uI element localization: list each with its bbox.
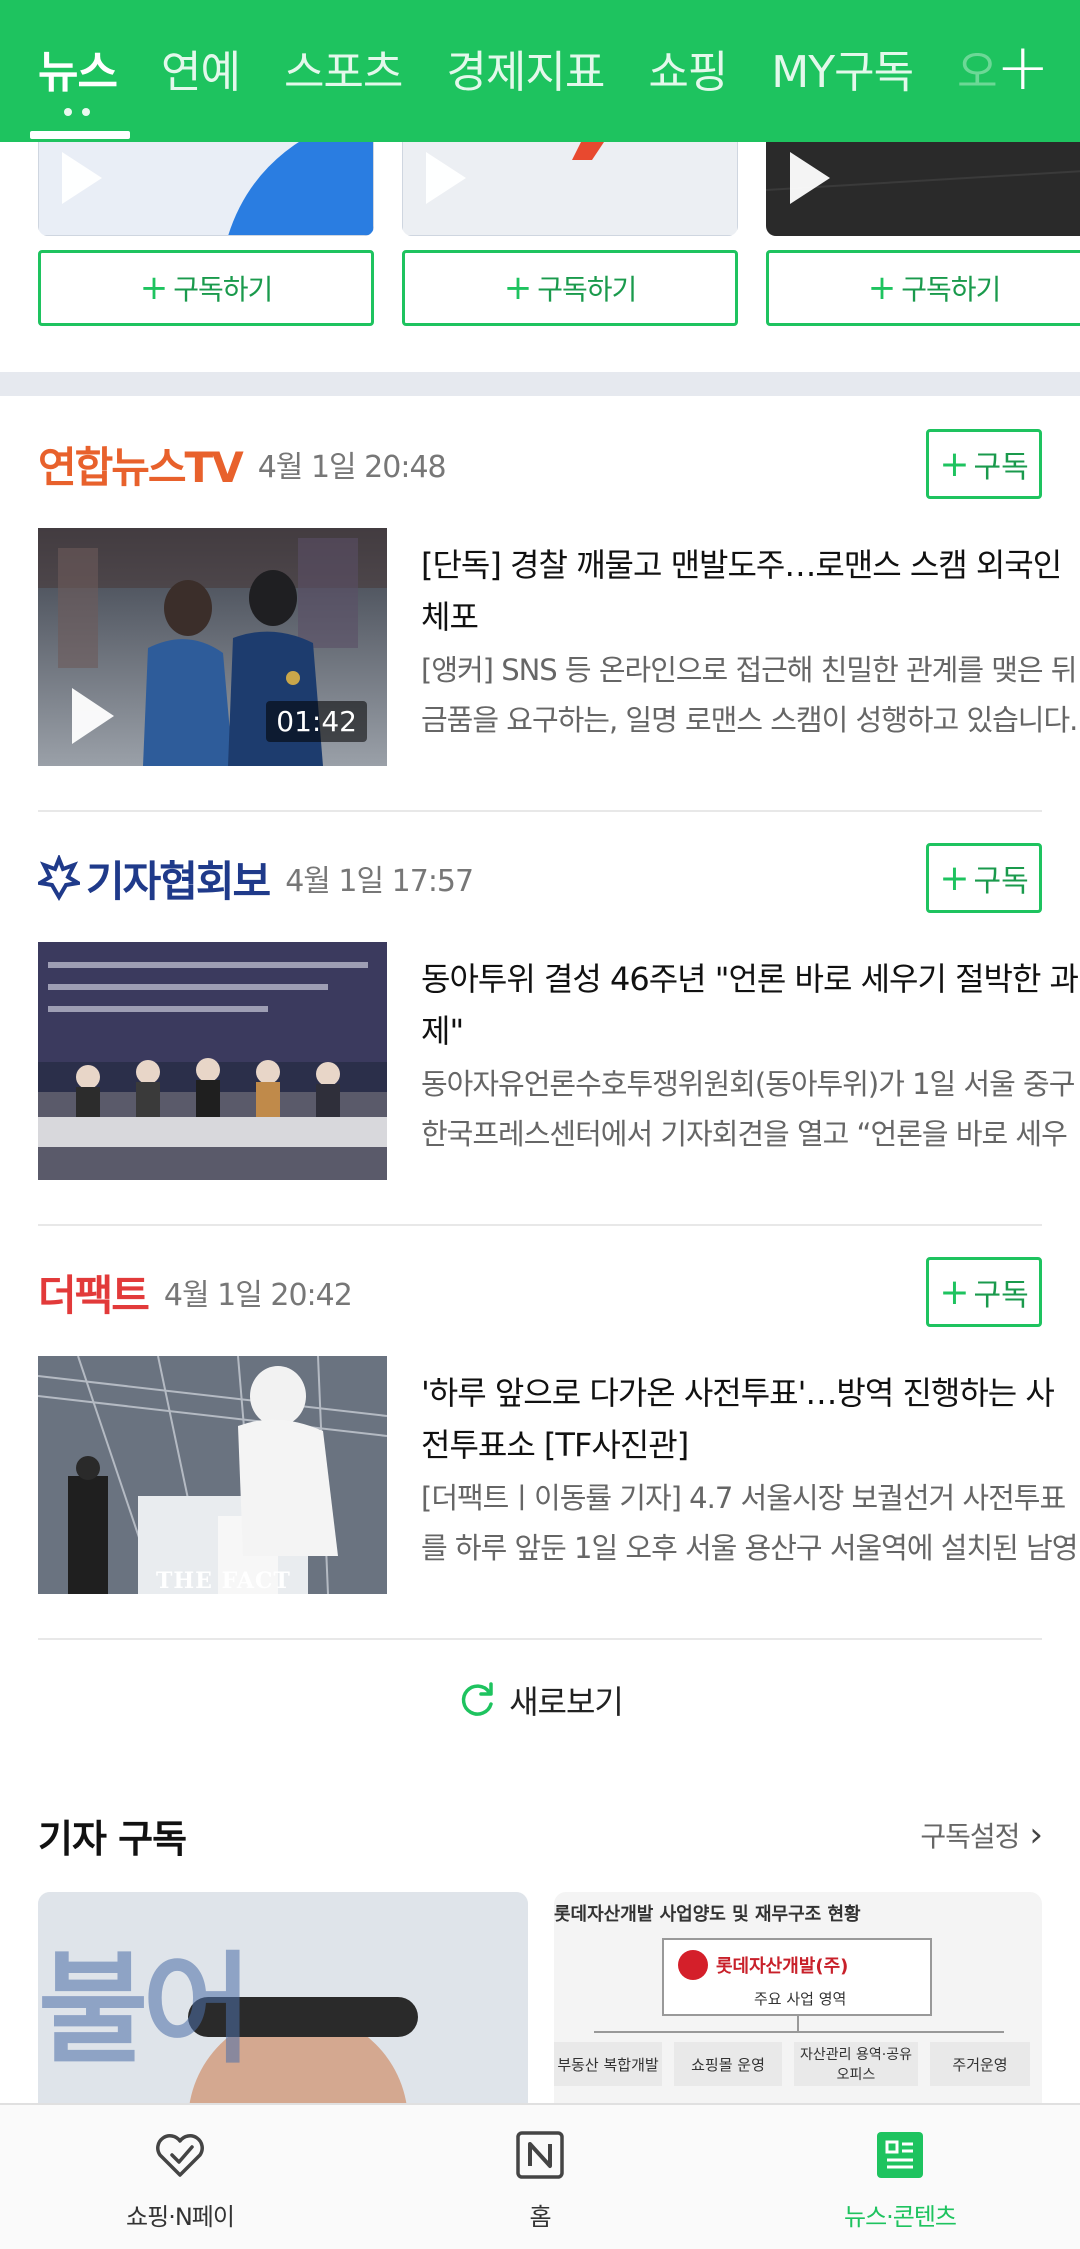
news-time: 4월 1일 17:57 xyxy=(285,864,474,899)
news-thumbnail[interactable]: THE FACT xyxy=(38,1356,387,1594)
top-navigation-bar: 뉴스 연예 스포츠 경제지표 쇼핑 MY구독 오 + xyxy=(0,0,1080,142)
subscription-settings-link[interactable]: 구독설정 › xyxy=(920,1815,1043,1855)
business-area-box: 쇼핑몰 운영 xyxy=(674,2042,782,2086)
follow-button[interactable]: + 구독 xyxy=(926,1257,1042,1327)
press-emblem-icon xyxy=(38,855,80,901)
active-tab-indicator xyxy=(30,131,130,139)
play-icon xyxy=(62,152,102,204)
tab-sports[interactable]: 스포츠 xyxy=(284,36,403,100)
section-separator xyxy=(0,372,1080,396)
thumbnail-watermark: THE FACT xyxy=(156,1568,291,1594)
business-area-box: 주거운영 xyxy=(930,2042,1030,2086)
follow-button[interactable]: + 구독 xyxy=(926,843,1042,913)
news-summary: 동아자유언론수호투쟁위원회(동아투위)가 1일 서울 중구 한국프레스센터에서 … xyxy=(421,1067,1075,1151)
plus-icon: + xyxy=(939,1271,970,1313)
news-time: 4월 1일 20:48 xyxy=(257,450,447,485)
press-logo[interactable]: 기자협회보 xyxy=(86,848,271,909)
divider xyxy=(38,1638,1042,1640)
reporter-card[interactable]: 롯데자산개발 사업양도 및 재무구조 현황 롯데자산개발(주) 주요 사업 영역… xyxy=(554,1892,1042,2112)
business-area-box: 자산관리 용역·공유오피스 xyxy=(794,2042,918,2086)
news-title[interactable]: '하루 앞으로 다가온 사전투표'…방역 진행하는 사전투표소 [TF사진관] xyxy=(421,1367,1080,1471)
refresh-button[interactable]: 새로보기 xyxy=(0,1670,1080,1730)
news-header: 더팩트 4월 1일 20:42 + 구독 xyxy=(38,1257,1042,1327)
press-logo[interactable]: 연합뉴스TV xyxy=(38,434,244,495)
chevron-right-icon: › xyxy=(1029,1815,1043,1855)
section-title: 기자 구독 xyxy=(38,1816,187,1861)
reporter-card[interactable]: 불어 xyxy=(38,1892,528,2112)
business-area-list: 부동산 복합개발 쇼핑몰 운영 자산관리 용역·공유오피스 주거운영 xyxy=(554,2042,1042,2086)
refresh-label: 새로보기 xyxy=(509,1683,624,1721)
nav-label: 쇼핑·N페이 xyxy=(126,2203,235,2231)
tab-economy[interactable]: 경제지표 xyxy=(446,36,605,100)
news-thumbnail[interactable] xyxy=(38,942,387,1180)
subscribe-label: 구독하기 xyxy=(901,273,1001,306)
follow-label: 구독 xyxy=(973,864,1029,899)
reporter-section-header: 기자 구독 구독설정 › xyxy=(38,1805,1043,1865)
category-tabs: 뉴스 연예 스포츠 경제지표 쇼핑 MY구독 오 xyxy=(38,38,1041,98)
tab-my-subscription[interactable]: MY구독 xyxy=(771,36,914,100)
nav-label: 뉴스·콘텐츠 xyxy=(843,2203,957,2231)
bottom-navigation-bar: 쇼핑·N페이 홈 뉴스·콘텐츠 xyxy=(0,2103,1080,2249)
divider xyxy=(38,810,1042,812)
news-title[interactable]: 동아투위 결성 46주년 "언론 바로 세우기 절박한 과제" xyxy=(421,953,1080,1057)
plus-icon: + xyxy=(939,443,970,485)
press-logo[interactable]: 더팩트 xyxy=(38,1262,150,1323)
news-item[interactable]: 더팩트 4월 1일 20:42 + 구독 THE FACT '하루 앞으로 다가… xyxy=(38,1257,1078,1597)
news-title[interactable]: [단독] 경찰 깨물고 맨발도주…로맨스 스캠 외국인 체포 xyxy=(421,539,1080,643)
heart-check-icon xyxy=(152,2127,208,2183)
business-area-box: 부동산 복합개발 xyxy=(554,2042,662,2086)
nav-news-contents[interactable]: 뉴스·콘텐츠 xyxy=(720,2105,1080,2249)
news-time: 4월 1일 20:42 xyxy=(163,1278,353,1313)
nav-shopping-pay[interactable]: 쇼핑·N페이 xyxy=(0,2105,360,2249)
plus-icon: + xyxy=(139,268,168,308)
naver-n-icon xyxy=(512,2127,568,2183)
follow-label: 구독 xyxy=(973,450,1029,485)
subscribe-label: 구독하기 xyxy=(173,273,273,306)
tab-news[interactable]: 뉴스 xyxy=(38,36,118,100)
follow-label: 구독 xyxy=(973,1278,1029,1313)
follow-button[interactable]: + 구독 xyxy=(926,429,1042,499)
news-summary: [더팩트ㅣ이동률 기자] 4.7 서울시장 보궐선거 사전투표를 하루 앞둔 1… xyxy=(421,1481,1078,1565)
divider xyxy=(38,1224,1042,1226)
plus-icon: + xyxy=(939,857,970,899)
refresh-icon xyxy=(461,1682,493,1716)
news-header: 기자협회보 4월 1일 17:57 + 구독 xyxy=(38,843,1042,913)
plus-icon: + xyxy=(503,268,532,308)
news-thumbnail[interactable]: 01:42 xyxy=(38,528,387,766)
page-indicator xyxy=(64,108,90,116)
card-background-text: 불어 xyxy=(38,1941,253,2080)
video-duration: 01:42 xyxy=(266,701,367,742)
plus-icon: + xyxy=(867,268,896,308)
subscribe-button[interactable]: + 구독하기 xyxy=(766,250,1080,326)
add-tab-button[interactable]: + xyxy=(996,36,1050,100)
tab-entertainment[interactable]: 연예 xyxy=(161,36,241,100)
news-summary: [앵커] SNS 등 온라인으로 접근해 친밀한 관계를 맺은 뒤 금품을 요구… xyxy=(421,653,1078,737)
news-header: 연합뉴스TV 4월 1일 20:48 + 구독 xyxy=(38,429,1042,499)
settings-label: 구독설정 xyxy=(920,1820,1020,1853)
nav-home[interactable]: 홈 xyxy=(360,2105,720,2249)
tab-overflow[interactable]: 오 xyxy=(957,36,997,100)
news-doc-icon xyxy=(872,2127,928,2183)
subscribe-button[interactable]: + 구독하기 xyxy=(38,250,374,326)
subscribe-label: 구독하기 xyxy=(537,273,637,306)
nav-label: 홈 xyxy=(529,2203,551,2231)
news-item[interactable]: 기자협회보 4월 1일 17:57 + 구독 동아투위 결성 46주년 "언론 … xyxy=(38,843,1079,1183)
subscribe-button[interactable]: + 구독하기 xyxy=(402,250,738,326)
play-icon xyxy=(790,152,830,204)
tab-shopping[interactable]: 쇼핑 xyxy=(648,36,728,100)
news-screen: { "topnav": { "tabs": ["뉴스", "연예", "스포츠"… xyxy=(0,0,1080,2249)
play-icon xyxy=(72,688,114,744)
play-icon xyxy=(426,152,466,204)
news-item[interactable]: 연합뉴스TV 4월 1일 20:48 + 구독 01:42 [단독] 경찰 깨물… xyxy=(38,429,1078,769)
